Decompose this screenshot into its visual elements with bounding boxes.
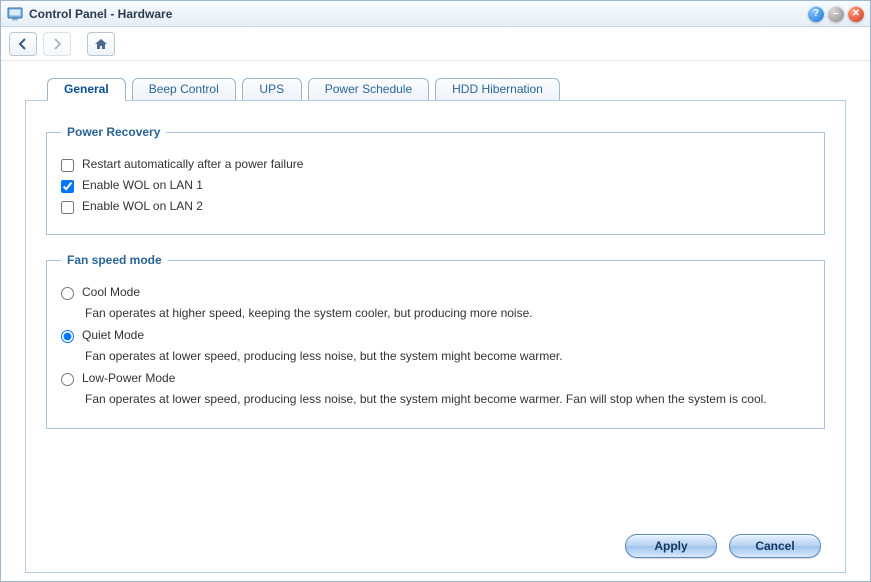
help-icon: ? (813, 9, 819, 19)
help-button[interactable]: ? (808, 6, 824, 22)
forward-button[interactable] (43, 32, 71, 56)
checkbox-wol-lan2[interactable] (61, 201, 74, 214)
label-wol-lan1[interactable]: Enable WOL on LAN 1 (82, 178, 203, 192)
label-wol-lan2[interactable]: Enable WOL on LAN 2 (82, 199, 203, 213)
desc-low-power-mode: Fan operates at lower speed, producing l… (85, 392, 810, 406)
desc-cool-mode: Fan operates at higher speed, keeping th… (85, 306, 810, 320)
tab-panel-general: Power Recovery Restart automatically aft… (25, 100, 846, 573)
toolbar (1, 27, 870, 61)
titlebar-buttons: ? – ✕ (808, 6, 864, 22)
checkbox-wol-lan1[interactable] (61, 180, 74, 193)
chevron-left-icon (17, 38, 29, 50)
home-button[interactable] (87, 32, 115, 56)
radio-low-power-mode[interactable] (61, 373, 74, 386)
power-recovery-legend: Power Recovery (61, 125, 166, 139)
app-icon (7, 6, 23, 22)
option-quiet-mode: Quiet Mode (61, 328, 810, 343)
close-icon: ✕ (852, 9, 860, 19)
label-restart-auto[interactable]: Restart automatically after a power fail… (82, 157, 303, 171)
power-recovery-group: Power Recovery Restart automatically aft… (46, 125, 825, 235)
label-cool-mode[interactable]: Cool Mode (82, 285, 140, 299)
label-low-power-mode[interactable]: Low-Power Mode (82, 371, 175, 385)
option-restart-auto: Restart automatically after a power fail… (61, 157, 810, 172)
tab-hdd-hibernation[interactable]: HDD Hibernation (435, 78, 560, 101)
tab-ups[interactable]: UPS (242, 78, 302, 101)
minimize-icon: – (833, 9, 839, 19)
checkbox-restart-auto[interactable] (61, 159, 74, 172)
desc-quiet-mode: Fan operates at lower speed, producing l… (85, 349, 810, 363)
window-title: Control Panel - Hardware (29, 7, 808, 21)
window: Control Panel - Hardware ? – ✕ General B… (0, 0, 871, 582)
option-cool-mode: Cool Mode (61, 285, 810, 300)
titlebar: Control Panel - Hardware ? – ✕ (1, 1, 870, 27)
option-wol-lan1: Enable WOL on LAN 1 (61, 178, 810, 193)
home-icon (94, 37, 108, 51)
close-button[interactable]: ✕ (848, 6, 864, 22)
radio-quiet-mode[interactable] (61, 330, 74, 343)
tab-general[interactable]: General (47, 78, 126, 101)
fan-speed-group: Fan speed mode Cool Mode Fan operates at… (46, 253, 825, 429)
tab-beep-control[interactable]: Beep Control (132, 78, 236, 101)
fan-speed-legend: Fan speed mode (61, 253, 168, 267)
back-button[interactable] (9, 32, 37, 56)
minimize-button[interactable]: – (828, 6, 844, 22)
tab-row: General Beep Control UPS Power Schedule … (47, 77, 846, 100)
dialog-button-row: Apply Cancel (46, 528, 825, 558)
option-wol-lan2: Enable WOL on LAN 2 (61, 199, 810, 214)
option-low-power-mode: Low-Power Mode (61, 371, 810, 386)
cancel-button[interactable]: Cancel (729, 534, 821, 558)
tab-power-schedule[interactable]: Power Schedule (308, 78, 429, 101)
content: General Beep Control UPS Power Schedule … (1, 61, 870, 581)
chevron-right-icon (51, 38, 63, 50)
radio-cool-mode[interactable] (61, 287, 74, 300)
label-quiet-mode[interactable]: Quiet Mode (82, 328, 144, 342)
apply-button[interactable]: Apply (625, 534, 717, 558)
